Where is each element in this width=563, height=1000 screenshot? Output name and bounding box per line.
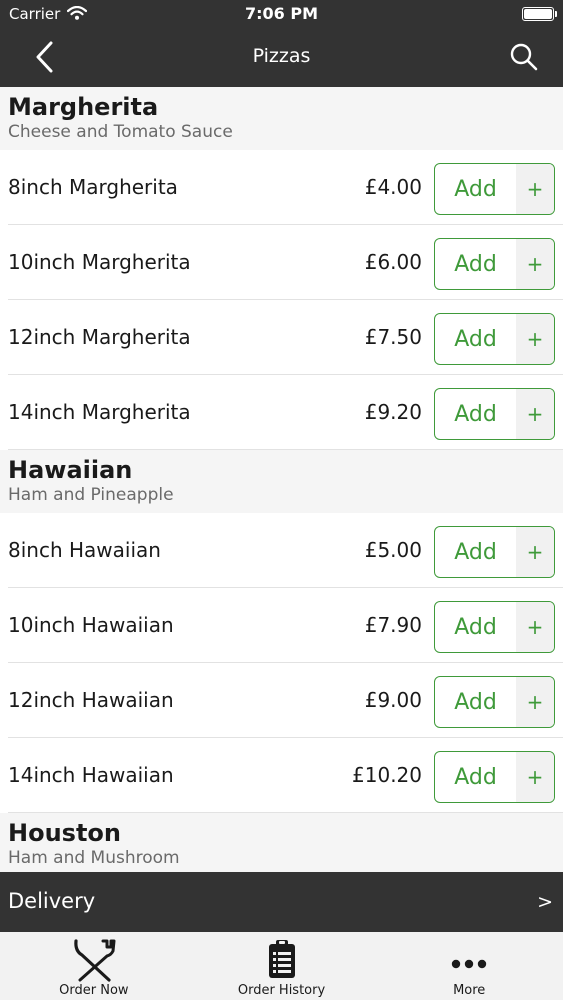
plus-icon: + bbox=[516, 164, 554, 214]
tab-bar: Order Now Order History More bbox=[0, 932, 563, 1000]
item-price: £4.00 bbox=[364, 175, 422, 199]
plus-icon: + bbox=[516, 389, 554, 439]
battery-icon bbox=[522, 7, 557, 21]
delivery-bar[interactable]: Delivery > bbox=[0, 872, 563, 932]
add-button-label: Add bbox=[454, 251, 497, 277]
tab-more[interactable]: More bbox=[375, 932, 563, 1000]
search-icon[interactable] bbox=[509, 42, 539, 72]
add-button-label: Add bbox=[454, 614, 497, 640]
navigation-bar: Carrier 7:06 PM Pizzas bbox=[0, 0, 563, 87]
add-button[interactable]: Add + bbox=[434, 526, 555, 578]
section-title: Margherita bbox=[8, 93, 159, 121]
add-button[interactable]: Add + bbox=[434, 238, 555, 290]
item-price: £7.50 bbox=[364, 325, 422, 349]
item-name: 8inch Margherita bbox=[8, 175, 178, 199]
add-button[interactable]: Add + bbox=[434, 751, 555, 803]
menu-item-row: 12inch Margherita £7.50 Add + bbox=[0, 300, 563, 375]
add-button-label: Add bbox=[454, 764, 497, 790]
more-dots-icon bbox=[451, 959, 487, 969]
section-title: Hawaiian bbox=[8, 456, 133, 484]
menu-item-row: 12inch Hawaiian £9.00 Add + bbox=[0, 663, 563, 738]
item-name: 12inch Hawaiian bbox=[8, 688, 174, 712]
item-price: £9.00 bbox=[364, 688, 422, 712]
menu-item-row: 8inch Hawaiian £5.00 Add + bbox=[0, 513, 563, 588]
add-button-label: Add bbox=[454, 689, 497, 715]
clipboard-icon bbox=[268, 940, 295, 978]
add-button[interactable]: Add + bbox=[434, 163, 555, 215]
menu-item-row: 10inch Hawaiian £7.90 Add + bbox=[0, 588, 563, 663]
item-name: 14inch Hawaiian bbox=[8, 763, 174, 787]
section-description: Ham and Pineapple bbox=[8, 485, 174, 505]
status-time: 7:06 PM bbox=[244, 4, 318, 23]
item-price: £10.20 bbox=[352, 763, 422, 787]
plus-icon: + bbox=[516, 239, 554, 289]
item-price: £9.20 bbox=[364, 400, 422, 424]
tab-label: Order Now bbox=[59, 983, 129, 998]
section-header: Hawaiian Ham and Pineapple bbox=[0, 450, 563, 513]
plus-icon: + bbox=[516, 752, 554, 802]
add-button[interactable]: Add + bbox=[434, 601, 555, 653]
delivery-arrow-icon: > bbox=[537, 891, 553, 913]
plus-icon: + bbox=[516, 677, 554, 727]
add-button-label: Add bbox=[454, 326, 497, 352]
item-price: £5.00 bbox=[364, 538, 422, 562]
plus-icon: + bbox=[516, 527, 554, 577]
section-description: Ham and Mushroom bbox=[8, 848, 180, 868]
menu-item-row: 10inch Margherita £6.00 Add + bbox=[0, 225, 563, 300]
item-name: 10inch Hawaiian bbox=[8, 613, 174, 637]
menu-item-row: 8inch Margherita £4.00 Add + bbox=[0, 150, 563, 225]
plus-icon: + bbox=[516, 602, 554, 652]
section-header: Margherita Cheese and Tomato Sauce bbox=[0, 87, 563, 150]
tab-label: Order History bbox=[237, 983, 326, 998]
tab-label: More bbox=[453, 983, 486, 998]
menu-item-row: 14inch Hawaiian £10.20 Add + bbox=[0, 738, 563, 813]
item-name: 8inch Hawaiian bbox=[8, 538, 161, 562]
add-button-label: Add bbox=[454, 539, 497, 565]
plus-icon: + bbox=[516, 314, 554, 364]
item-name: 10inch Margherita bbox=[8, 250, 191, 274]
menu-item-row: 14inch Margherita £9.20 Add + bbox=[0, 375, 563, 450]
add-button[interactable]: Add + bbox=[434, 388, 555, 440]
page-title: Pizzas bbox=[252, 45, 311, 67]
tab-order-now[interactable]: Order Now bbox=[0, 932, 188, 1000]
section-description: Cheese and Tomato Sauce bbox=[8, 122, 233, 142]
fork-knife-icon bbox=[74, 939, 116, 982]
tab-order-history[interactable]: Order History bbox=[188, 932, 376, 1000]
item-price: £6.00 bbox=[364, 250, 422, 274]
add-button-label: Add bbox=[454, 176, 497, 202]
item-name: 14inch Margherita bbox=[8, 400, 191, 424]
item-name: 12inch Margherita bbox=[8, 325, 191, 349]
add-button[interactable]: Add + bbox=[434, 313, 555, 365]
section-header: Houston Ham and Mushroom bbox=[0, 813, 563, 872]
item-price: £7.90 bbox=[364, 613, 422, 637]
menu-list[interactable]: Margherita Cheese and Tomato Sauce 8inch M… bbox=[0, 87, 563, 872]
add-button-label: Add bbox=[454, 401, 497, 427]
delivery-label: Delivery bbox=[8, 889, 96, 913]
add-button[interactable]: Add + bbox=[434, 676, 555, 728]
section-title: Houston bbox=[8, 819, 121, 847]
